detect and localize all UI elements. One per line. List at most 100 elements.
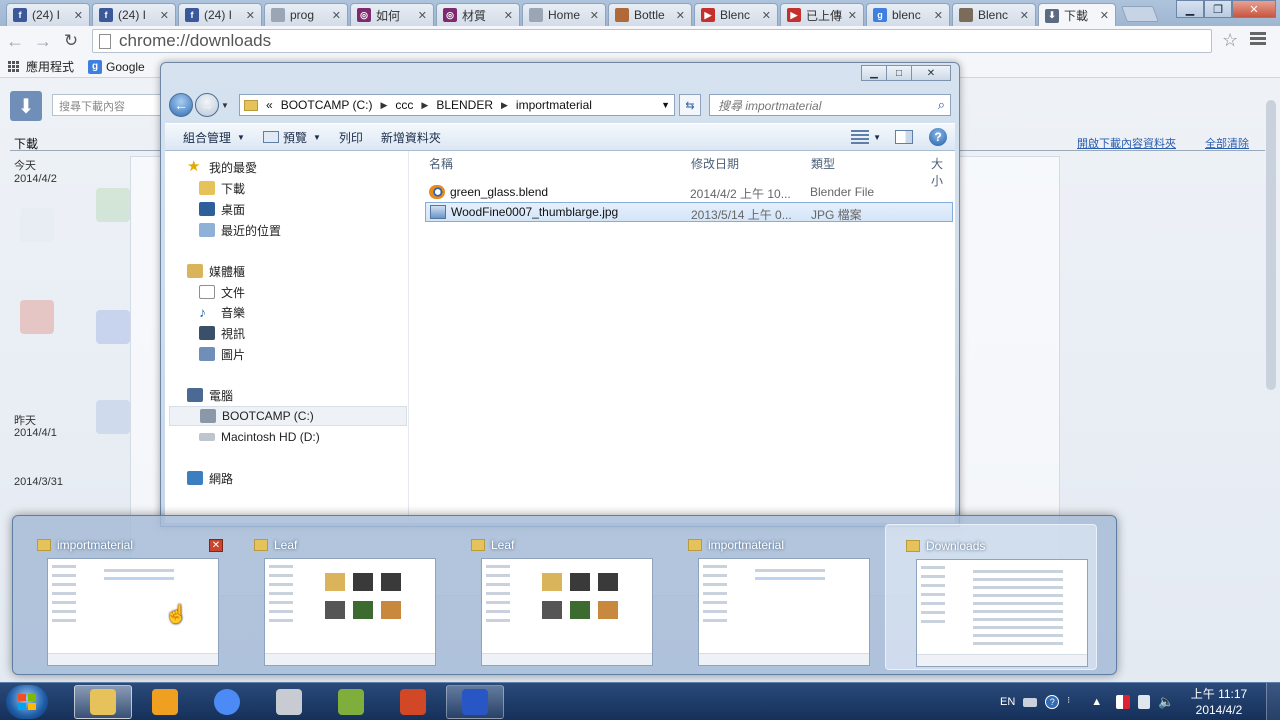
taskbar-button-chrome[interactable] xyxy=(198,685,256,719)
help-icon[interactable]: ? xyxy=(929,128,947,146)
nav-computer[interactable]: 電腦 xyxy=(187,385,233,405)
preview-pane-icon[interactable] xyxy=(895,130,913,144)
tab[interactable]: ◎ 材質 ✕ xyxy=(436,3,520,26)
nav-item-downloads[interactable]: 下載 xyxy=(199,178,245,198)
tab[interactable]: f (24) I ✕ xyxy=(178,3,262,26)
breadcrumb-overflow[interactable]: « xyxy=(266,98,273,112)
preview-button[interactable]: 預覽 ▼ xyxy=(262,129,321,146)
restore-icon[interactable]: ❐ xyxy=(1204,0,1232,18)
nav-item-videos[interactable]: 視訊 xyxy=(199,323,245,343)
system-clock[interactable]: 上午 11:17 2014/4/2 xyxy=(1186,686,1252,718)
nav-favorites[interactable]: ★ 我的最愛 xyxy=(187,157,257,177)
tab[interactable]: ▶ 已上傳 ✕ xyxy=(780,3,864,26)
file-row[interactable]: green_glass.blend 2014/4/2 上午 10... Blende… xyxy=(425,182,953,202)
show-hidden-icons-icon[interactable]: ▲ xyxy=(1091,696,1102,708)
taskbar-button-remote-app[interactable] xyxy=(446,685,504,719)
language-indicator[interactable]: EN xyxy=(1000,696,1015,708)
tab[interactable]: ◎ 如何 ✕ xyxy=(350,3,434,26)
minimize-icon[interactable]: ▁ xyxy=(861,65,887,81)
taskbar-button-camera-app[interactable] xyxy=(260,685,318,719)
nav-item-music[interactable]: ♪ 音樂 xyxy=(199,302,245,322)
recent-pages-dropdown-icon[interactable]: ▼ xyxy=(221,101,229,110)
menu-icon[interactable] xyxy=(1250,32,1266,47)
close-window-icon[interactable]: ✕ xyxy=(209,539,223,552)
address-bar[interactable]: chrome://downloads xyxy=(92,29,1212,53)
close-icon[interactable]: ✕ xyxy=(1232,0,1276,18)
input-options-icon[interactable]: ⁝ xyxy=(1067,695,1081,709)
volume-icon[interactable]: 🔈 xyxy=(1158,695,1174,709)
reload-icon[interactable]: ↻ xyxy=(58,28,84,54)
window-thumbnail[interactable]: Leaf xyxy=(234,524,446,670)
view-options-icon[interactable] xyxy=(851,130,870,144)
close-tab-icon[interactable]: ✕ xyxy=(758,9,771,22)
chevron-right-icon[interactable]: ▶ xyxy=(501,100,508,111)
open-downloads-folder-link[interactable]: 開啟下載內容資料夾 xyxy=(1077,135,1176,151)
close-tab-icon[interactable]: ✕ xyxy=(1096,9,1109,22)
maximize-icon[interactable]: □ xyxy=(886,65,912,81)
new-folder-button[interactable]: 新增資料夾 xyxy=(381,129,441,146)
breadcrumb-item[interactable]: BOOTCAMP (C:) xyxy=(281,98,373,112)
new-tab-button[interactable] xyxy=(1121,6,1159,22)
clear-all-link[interactable]: 全部清除 xyxy=(1205,135,1249,151)
print-button[interactable]: 列印 xyxy=(339,129,363,146)
tab[interactable]: ▶ Blenc ✕ xyxy=(694,3,778,26)
bookmark-star-icon[interactable]: ☆ xyxy=(1222,30,1238,51)
nav-item-desktop[interactable]: 桌面 xyxy=(199,199,245,219)
breadcrumb-item[interactable]: BLENDER xyxy=(436,98,493,112)
explorer-address-bar[interactable]: « BOOTCAMP (C:) ▶ ccc ▶ BLENDER ▶ import… xyxy=(239,94,675,116)
chevron-right-icon[interactable]: ▶ xyxy=(421,100,428,111)
refresh-icon[interactable]: ⇆ xyxy=(679,94,701,116)
close-tab-icon[interactable]: ✕ xyxy=(328,9,341,22)
back-icon[interactable]: ← xyxy=(169,93,193,117)
window-thumbnail[interactable]: Leaf xyxy=(451,524,663,670)
tab[interactable]: Bottle ✕ xyxy=(608,3,692,26)
help-icon[interactable]: ? xyxy=(1045,695,1060,709)
nav-item-recent-places[interactable]: 最近的位置 xyxy=(199,220,281,240)
file-row[interactable]: WoodFine0007_thumblarge.jpg 2013/5/14 上午 … xyxy=(425,202,953,222)
nav-item-macintosh-drive[interactable]: Macintosh HD (D:) xyxy=(199,427,320,447)
close-tab-icon[interactable]: ✕ xyxy=(156,9,169,22)
tab[interactable]: Blenc ✕ xyxy=(952,3,1036,26)
close-icon[interactable]: ✕ xyxy=(911,65,951,81)
search-icon[interactable]: ⌕ xyxy=(938,97,945,113)
tab[interactable]: g blenc ✕ xyxy=(866,3,950,26)
back-icon[interactable]: ← xyxy=(2,28,28,54)
close-tab-icon[interactable]: ✕ xyxy=(844,9,857,22)
close-tab-icon[interactable]: ✕ xyxy=(1016,9,1029,22)
nav-item-documents[interactable]: 文件 xyxy=(199,282,245,302)
organize-button[interactable]: 組合管理 ▼ xyxy=(183,129,245,146)
close-tab-icon[interactable]: ✕ xyxy=(500,9,513,22)
nav-item-bootcamp-drive[interactable]: BOOTCAMP (C:) xyxy=(169,406,407,426)
network-tray-icon[interactable] xyxy=(1138,695,1151,709)
nav-item-pictures[interactable]: 圖片 xyxy=(199,344,245,364)
breadcrumb-item[interactable]: importmaterial xyxy=(516,98,592,112)
forward-icon[interactable]: → xyxy=(195,93,219,117)
explorer-search-input[interactable]: 搜尋 importmaterial ⌕ xyxy=(709,94,951,116)
bookmark-apps[interactable]: 應用程式 xyxy=(8,58,74,75)
window-thumbnail[interactable]: importmaterial ✕ xyxy=(17,524,229,670)
close-tab-icon[interactable]: ✕ xyxy=(586,9,599,22)
taskbar-button-presentation-app[interactable] xyxy=(384,685,442,719)
column-name[interactable]: 名稱 xyxy=(429,155,453,172)
nav-network[interactable]: 網路 xyxy=(187,468,233,488)
column-type[interactable]: 類型 xyxy=(811,155,835,172)
show-desktop-button[interactable] xyxy=(1266,683,1280,720)
chevron-down-icon[interactable]: ▼ xyxy=(661,100,670,110)
keyboard-icon[interactable] xyxy=(1023,697,1038,707)
tab[interactable]: Home ✕ xyxy=(522,3,606,26)
window-thumbnail[interactable]: Downloads xyxy=(885,524,1097,670)
column-date-modified[interactable]: 修改日期 xyxy=(691,155,739,172)
taskbar-button-explorer[interactable] xyxy=(74,685,132,719)
window-thumbnail[interactable]: importmaterial xyxy=(668,524,880,670)
breadcrumb-item[interactable]: ccc xyxy=(395,98,413,112)
tab[interactable]: prog ✕ xyxy=(264,3,348,26)
chevron-right-icon[interactable]: ▶ xyxy=(380,100,387,111)
taskbar-button-notepad-app[interactable] xyxy=(322,685,380,719)
forward-icon[interactable]: → xyxy=(30,28,56,54)
tab[interactable]: ⬇ 下載 ✕ xyxy=(1038,3,1116,27)
start-button[interactable] xyxy=(6,685,48,719)
downloads-search-input[interactable]: 搜尋下載內容 xyxy=(52,94,162,116)
tab[interactable]: f (24) I ✕ xyxy=(92,3,176,26)
minimize-icon[interactable]: ▁ xyxy=(1176,0,1204,18)
close-tab-icon[interactable]: ✕ xyxy=(930,9,943,22)
